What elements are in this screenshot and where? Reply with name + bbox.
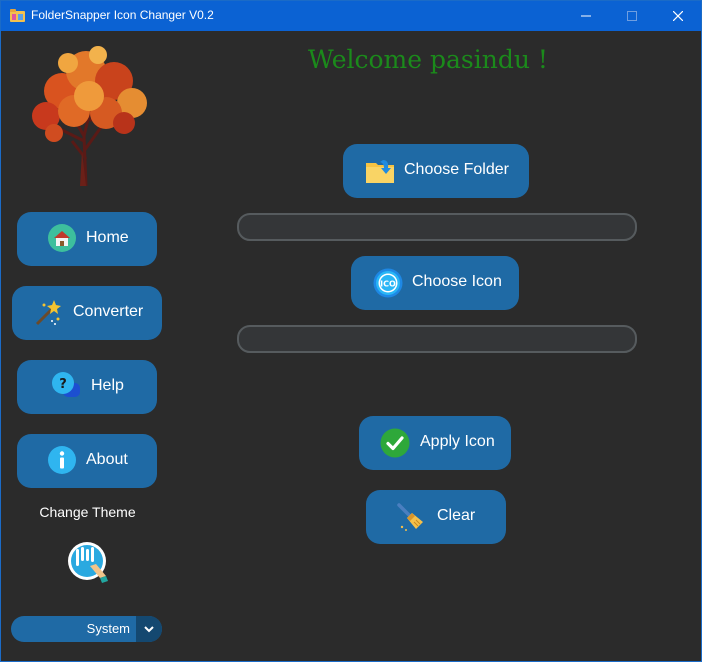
ico-file-icon: ICO xyxy=(373,268,403,298)
welcome-heading: Welcome pasindu ! xyxy=(308,45,548,74)
maximize-icon xyxy=(627,11,637,21)
info-icon xyxy=(48,446,76,474)
checkmark-icon xyxy=(380,428,410,458)
choose-icon-label: Choose Icon xyxy=(412,273,502,290)
sidebar-item-home[interactable]: Home xyxy=(17,212,157,266)
magic-wand-icon xyxy=(35,300,61,326)
minimize-icon xyxy=(581,15,591,17)
sidebar-item-converter[interactable]: Converter xyxy=(12,286,162,340)
apply-icon-button[interactable]: Apply Icon xyxy=(359,416,511,470)
svg-text:ICO: ICO xyxy=(380,280,396,289)
sidebar-item-help[interactable]: ? Help xyxy=(17,360,157,414)
close-icon xyxy=(673,11,683,21)
sidebar-item-label: About xyxy=(86,451,128,468)
chevron-down-icon xyxy=(144,626,154,633)
paint-brush-theme-icon[interactable] xyxy=(66,540,110,584)
minimize-button[interactable] xyxy=(563,1,609,31)
theme-select-value: System xyxy=(86,621,130,636)
change-theme-label: Change Theme xyxy=(39,504,136,520)
main-panel: Welcome pasindu ! Choose Folder ICO Choo… xyxy=(173,31,701,661)
theme-select-dropdown-button[interactable] xyxy=(136,616,162,642)
app-folder-icon xyxy=(10,9,25,22)
clear-label: Clear xyxy=(437,507,476,524)
title-bar: FolderSnapper Icon Changer V0.2 xyxy=(1,1,701,31)
app-window: FolderSnapper Icon Changer V0.2 Home Con… xyxy=(0,0,702,662)
sidebar-item-about[interactable]: About xyxy=(17,434,157,488)
broom-icon xyxy=(397,503,423,531)
apply-icon-label: Apply Icon xyxy=(420,433,495,450)
choose-folder-label: Choose Folder xyxy=(404,161,509,178)
choose-folder-button[interactable]: Choose Folder xyxy=(343,144,529,198)
help-icon: ? xyxy=(52,372,80,397)
tree-logo xyxy=(32,46,147,186)
svg-text:?: ? xyxy=(59,377,67,392)
close-button[interactable] xyxy=(655,1,701,31)
home-icon xyxy=(48,224,76,252)
window-title: FolderSnapper Icon Changer V0.2 xyxy=(31,8,214,22)
choose-icon-button[interactable]: ICO Choose Icon xyxy=(351,256,519,310)
sidebar-item-label: Help xyxy=(91,377,124,394)
folder-path-field[interactable] xyxy=(237,213,637,241)
clear-button[interactable]: Clear xyxy=(366,490,506,544)
sidebar-item-label: Converter xyxy=(73,303,144,320)
icon-path-field[interactable] xyxy=(237,325,637,353)
maximize-button[interactable] xyxy=(609,1,655,31)
folder-icon xyxy=(366,160,394,183)
theme-select[interactable]: System xyxy=(11,616,162,642)
sidebar: Home Converter ? Help About Change Theme… xyxy=(2,31,173,661)
sidebar-item-label: Home xyxy=(86,229,129,246)
